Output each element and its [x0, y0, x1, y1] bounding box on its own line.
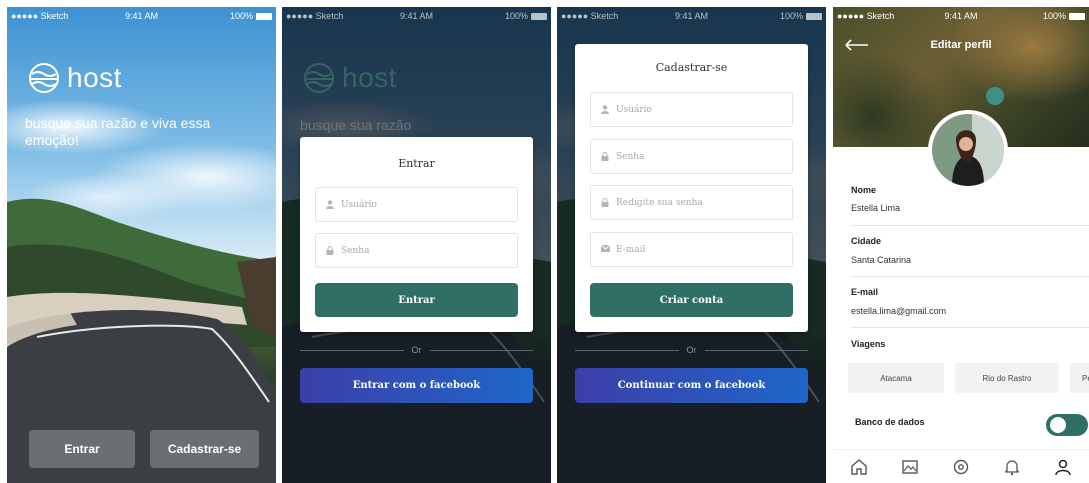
- email-label: E-mail: [851, 287, 879, 297]
- username-field[interactable]: Usuário: [315, 187, 518, 222]
- signup-screen: ●●●●● Sketch 9:41 AM 100% Cadastrar-se U…: [557, 7, 826, 483]
- repeat-password-placeholder: Redigite sua senha: [616, 197, 703, 208]
- logo-text: host: [342, 62, 397, 93]
- avatar[interactable]: [928, 110, 1008, 190]
- logo-text: host: [67, 62, 122, 93]
- login-screen: ●●●●● Sketch 9:41 AM 100% host busque su…: [282, 7, 551, 483]
- database-toggle[interactable]: [1046, 414, 1088, 436]
- status-bar: ●●●●● Sketch 9:41 AM 100%: [833, 7, 1089, 25]
- edit-profile-screen: ●●●●● Sketch 9:41 AM 100% Editar perfil …: [833, 7, 1089, 483]
- tagline: busque sua razão: [300, 117, 412, 133]
- or-label: Or: [411, 345, 422, 355]
- time-label: 9:41 AM: [944, 11, 978, 21]
- lock-icon: [601, 198, 609, 207]
- city-input[interactable]: Santa Catarina: [851, 255, 911, 265]
- lock-icon: [601, 152, 609, 161]
- user-icon[interactable]: [1053, 457, 1073, 477]
- signup-button[interactable]: Cadastrar-se: [150, 430, 259, 468]
- login-card: Entrar Usuário Senha Entrar: [300, 137, 533, 332]
- or-divider: Or: [575, 345, 808, 355]
- password-placeholder: Senha: [616, 151, 645, 162]
- time-label: 9:41 AM: [399, 11, 434, 21]
- welcome-screen: ●●●●● Sketch 9:41 AM 100% host busque su…: [7, 7, 276, 483]
- username-placeholder: Usuário: [616, 104, 652, 115]
- repeat-password-field[interactable]: Redigite sua senha: [590, 185, 793, 220]
- card-title: Cadastrar-se: [655, 61, 728, 74]
- location-icon[interactable]: [951, 457, 971, 477]
- name-input[interactable]: Estella Lima: [851, 203, 900, 213]
- login-button[interactable]: Entrar: [29, 430, 135, 468]
- status-bar: ●●●●● Sketch 9:41 AM 100%: [557, 7, 826, 25]
- facebook-continue-button[interactable]: Continuar com o facebook: [575, 368, 808, 403]
- name-label: Nome: [851, 185, 877, 195]
- facebook-login-button[interactable]: Entrar com o facebook: [300, 368, 533, 403]
- password-field[interactable]: Senha: [315, 233, 518, 268]
- gallery-icon[interactable]: [900, 457, 920, 477]
- password-placeholder: Senha: [341, 245, 370, 256]
- login-submit-button[interactable]: Entrar: [315, 283, 518, 317]
- bell-icon[interactable]: [1002, 457, 1022, 477]
- app-logo: host: [27, 62, 122, 94]
- email-field[interactable]: E-mail: [590, 232, 793, 267]
- user-icon: [601, 105, 609, 114]
- lock-icon: [326, 246, 334, 255]
- trip-chip[interactable]: Atacama: [848, 363, 944, 393]
- wave-logo-icon: [304, 63, 334, 93]
- time-label: 9:41 AM: [674, 11, 709, 21]
- user-icon: [326, 200, 334, 209]
- create-account-button[interactable]: Criar conta: [590, 283, 793, 317]
- page-title: Editar perfil: [930, 39, 992, 51]
- database-label: Banco de dados: [855, 417, 925, 427]
- signup-card: Cadastrar-se Usuário Senha Redigite sua …: [575, 44, 808, 332]
- trip-chip[interactable]: Rio do Rastro: [955, 363, 1059, 393]
- app-logo: host: [302, 62, 397, 94]
- wave-logo-icon: [29, 63, 59, 93]
- trip-chip[interactable]: Pe: [1070, 363, 1089, 393]
- edit-avatar-icon[interactable]: [986, 87, 1004, 105]
- bottom-tab-bar: [833, 449, 1089, 483]
- city-label: Cidade: [851, 236, 882, 246]
- email-input[interactable]: estella.lima@gmail.com: [851, 306, 946, 316]
- password-field[interactable]: Senha: [590, 139, 793, 174]
- or-divider: Or: [300, 345, 533, 355]
- mail-icon: [600, 244, 611, 254]
- avatar-photo: [932, 114, 1004, 186]
- time-label: 9:41 AM: [124, 11, 159, 21]
- status-bar: ●●●●● Sketch 9:41 AM 100%: [7, 7, 276, 25]
- status-bar: ●●●●● Sketch 9:41 AM 100%: [282, 7, 551, 25]
- email-placeholder: E-mail: [616, 244, 646, 255]
- or-label: Or: [686, 345, 697, 355]
- username-field[interactable]: Usuário: [590, 92, 793, 127]
- home-icon[interactable]: [849, 457, 869, 477]
- tagline: busque sua razão e viva essa emoção!: [25, 115, 211, 148]
- card-title: Entrar: [398, 157, 435, 170]
- username-placeholder: Usuário: [341, 199, 377, 210]
- trips-label: Viagens: [851, 339, 886, 349]
